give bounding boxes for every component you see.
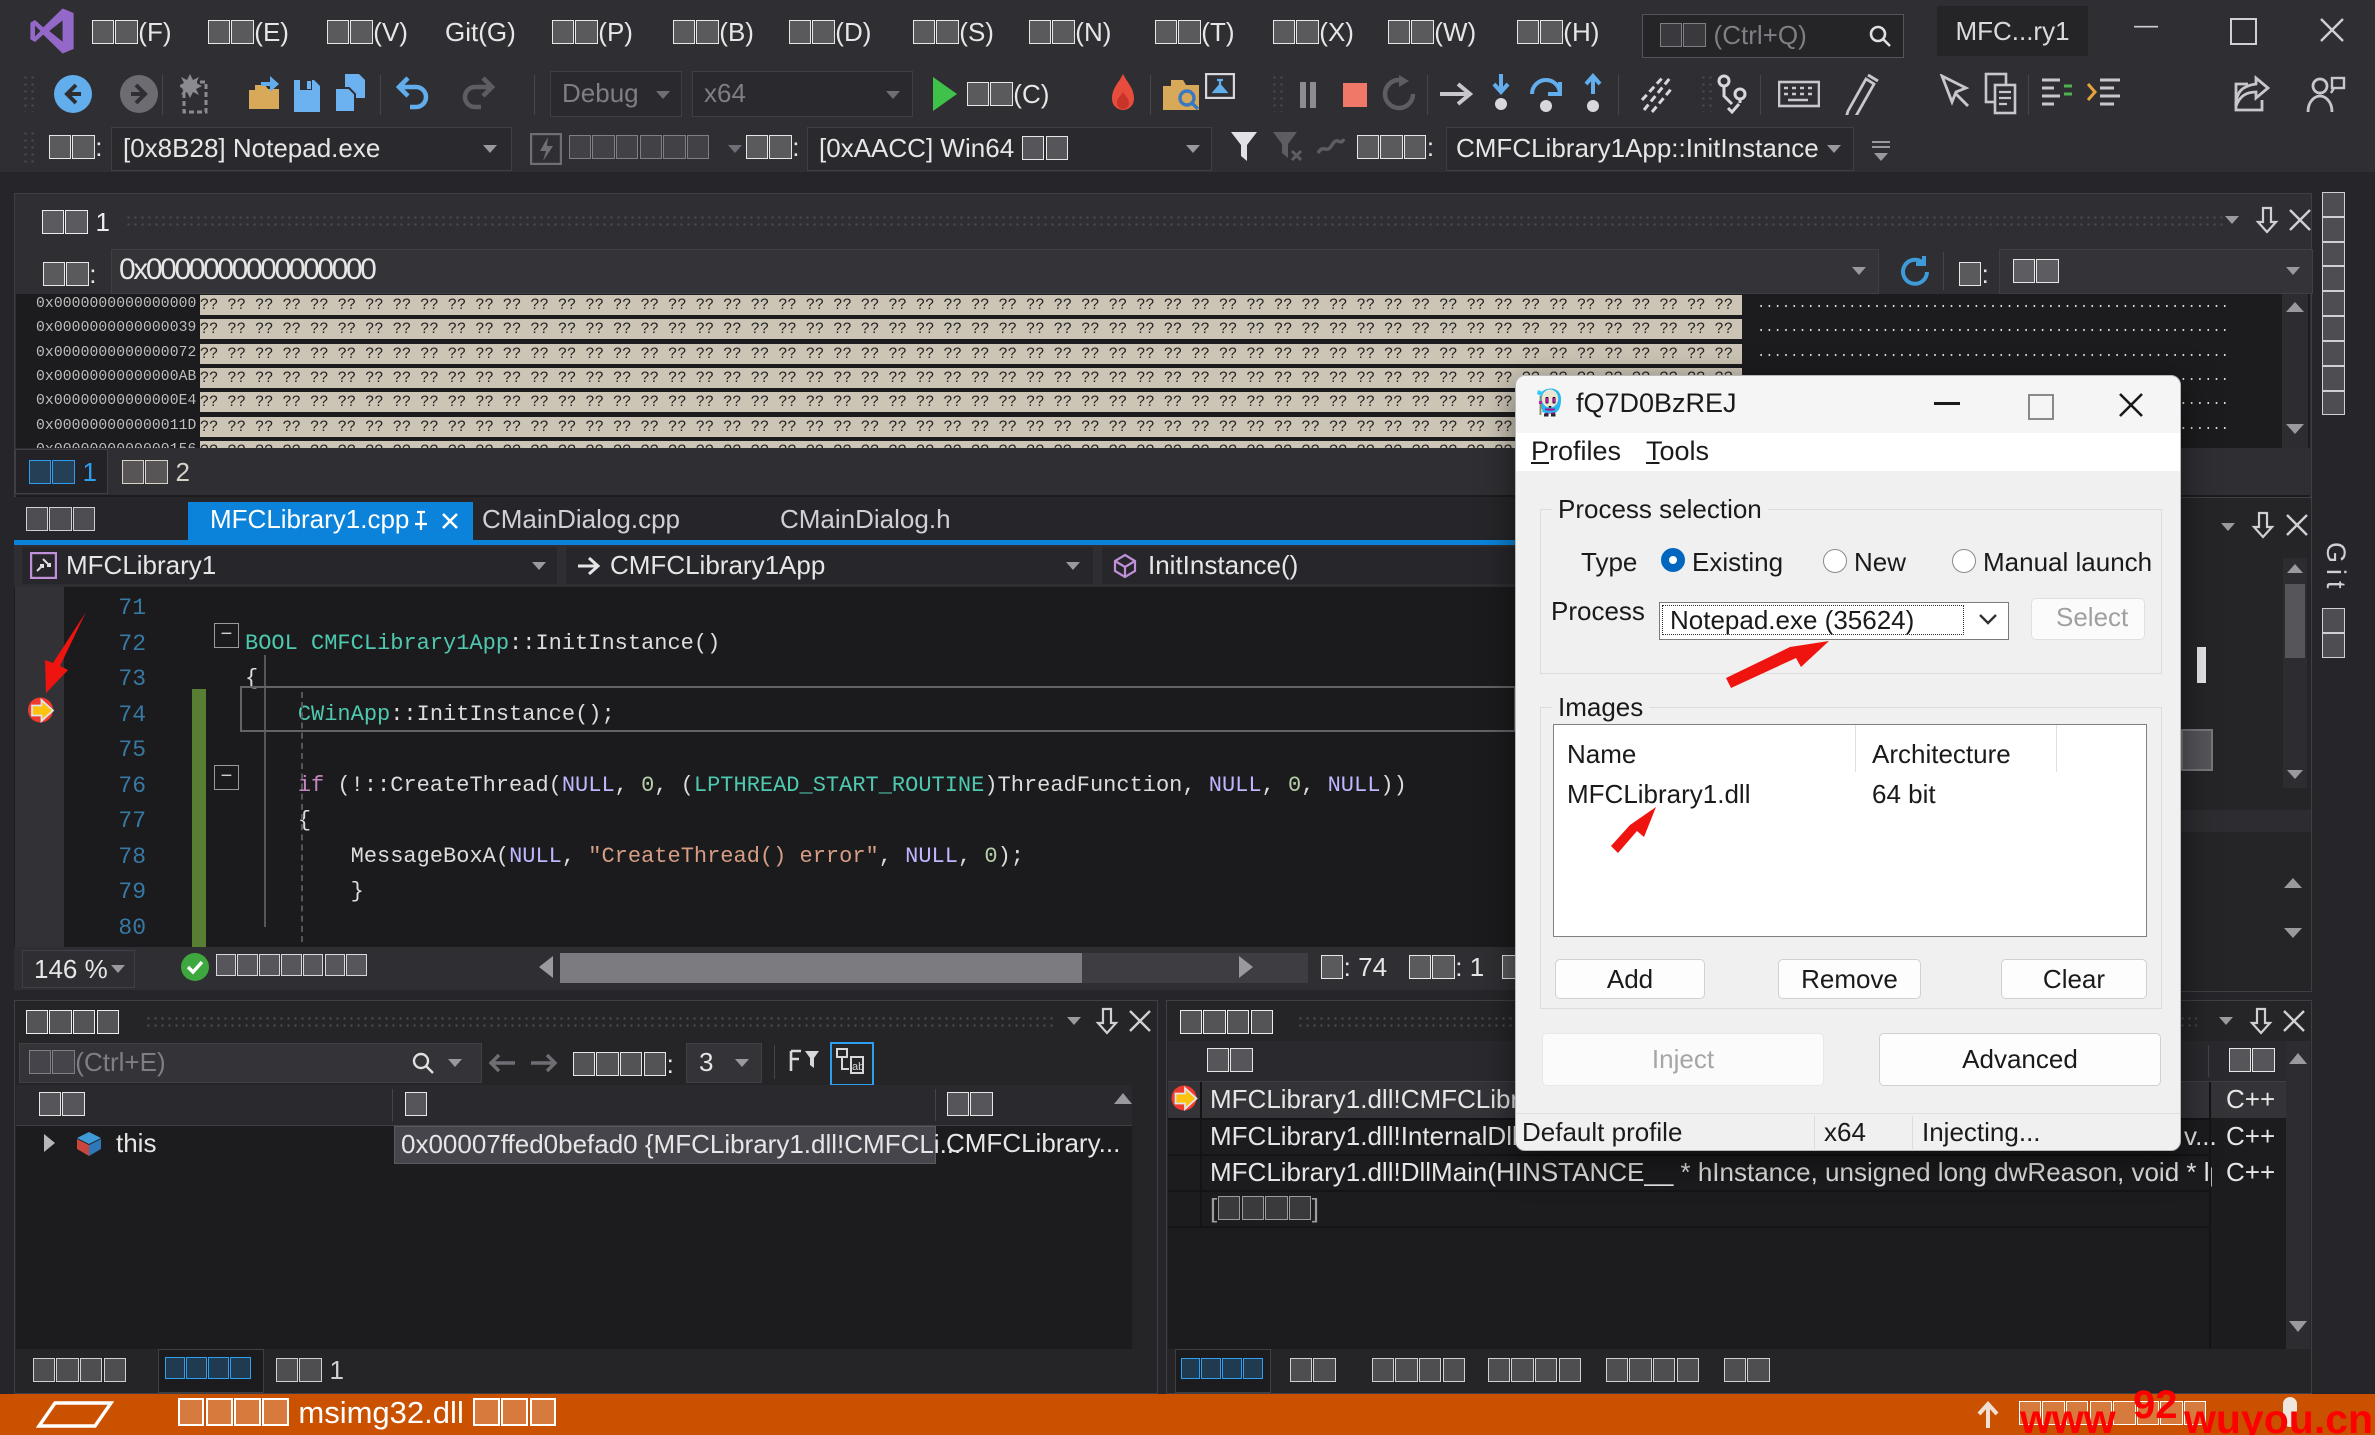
svg-text:ab: ab [852,1061,864,1073]
